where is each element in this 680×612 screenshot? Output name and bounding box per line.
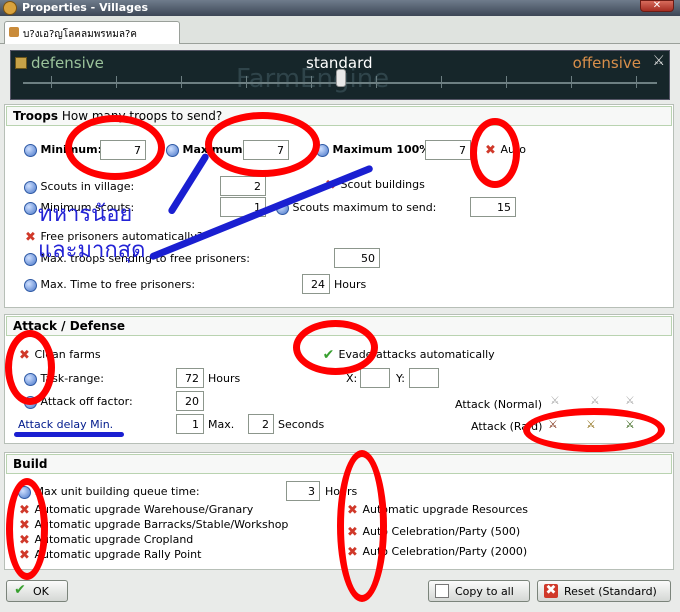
maximum-100-label: Maximum 100%: (332, 143, 435, 156)
scout-buildings-label: Scout buildings (340, 178, 425, 191)
troops-title: Troops (13, 109, 59, 123)
copy-to-all-button[interactable]: Copy to all (428, 580, 530, 602)
help-icon[interactable] (24, 180, 37, 194)
shield-icon (15, 57, 27, 69)
queue-input[interactable]: 3 (286, 481, 320, 501)
village-icon (9, 27, 19, 37)
normal-unit-icon[interactable]: ⚔ (550, 394, 560, 407)
y-label: Y: (396, 372, 405, 385)
resources-label: Automatic upgrade Resources (362, 503, 529, 516)
scouts-in-village-label: Scouts in village: (40, 180, 135, 193)
strategy-slider[interactable]: defensive standard offensive ⚔ FarmEngin… (10, 50, 670, 100)
window-titlebar: Properties - Villages ✕ (0, 0, 680, 16)
slider-tick (181, 76, 182, 88)
reset-icon: ✖ (544, 583, 558, 598)
attack-off-input[interactable]: 20 (176, 391, 204, 411)
rally-label: Automatic upgrade Rally Point (34, 548, 202, 561)
annotation-text: ทหารน้อย (38, 202, 133, 227)
task-range-hours-label: Hours (208, 372, 241, 385)
attack-normal-label: Attack (Normal) (455, 398, 542, 411)
maximum-100-input[interactable]: 7 (425, 140, 471, 160)
max-troops-free-input[interactable]: 50 (334, 248, 380, 268)
annotation-circle (293, 320, 378, 375)
reset-button[interactable]: ✖ Reset (Standard) (537, 580, 671, 602)
slider-thumb[interactable] (336, 69, 346, 87)
annotation-circle (470, 118, 520, 188)
slider-tick (116, 76, 117, 88)
check-icon: ✔ (14, 582, 26, 598)
watermark: FarmEngine (236, 64, 390, 94)
max-time-hours-label: Hours (334, 278, 367, 291)
barracks-label: Automatic upgrade Barracks/Stable/Worksh… (34, 518, 289, 531)
normal-unit-icon[interactable]: ⚔ (590, 394, 600, 407)
y-input[interactable] (409, 368, 439, 388)
queue-label: Max unit building queue time: (34, 485, 200, 498)
help-icon[interactable] (24, 143, 37, 157)
normal-unit-icon[interactable]: ⚔ (625, 394, 635, 407)
scouts-max-send-input[interactable]: 15 (470, 197, 516, 217)
slider-tick (571, 76, 572, 88)
x-input[interactable] (360, 368, 390, 388)
build-title: Build (13, 457, 48, 471)
annotation-circle (65, 115, 165, 180)
slider-tick (376, 76, 377, 88)
help-icon[interactable] (166, 143, 179, 157)
task-range-input[interactable]: 72 (176, 368, 204, 388)
tab-village[interactable]: บ?งเอ?ญโลคลมพรหมล?ค (4, 21, 180, 44)
max-time-free-label: Max. Time to free prisoners: (40, 278, 196, 291)
ok-button[interactable]: ✔ OK (6, 580, 68, 602)
slider-tick (636, 76, 637, 88)
free-prisoners-checkbox[interactable]: ✖ (24, 231, 37, 244)
slider-tick (441, 76, 442, 88)
seconds-label: Seconds (278, 418, 325, 431)
window-title: Properties - Villages (22, 1, 149, 14)
scouts-in-village-input[interactable]: 2 (220, 176, 266, 196)
app-gear-icon (3, 1, 17, 15)
help-icon[interactable] (24, 252, 37, 266)
cropland-label: Automatic upgrade Cropland (34, 533, 194, 546)
annotation-circle (5, 330, 55, 405)
strategy-offensive-label: offensive (572, 54, 641, 72)
party2000-label: Auto Celebration/Party (2000) (362, 545, 528, 558)
strategy-defensive-label: defensive (31, 54, 104, 72)
help-icon[interactable] (24, 201, 37, 215)
max-time-free-input[interactable]: 24 (302, 274, 330, 294)
copy-label: Copy to all (455, 585, 514, 598)
slider-tick (246, 76, 247, 88)
reset-label: Reset (Standard) (564, 585, 657, 598)
delay-max-input[interactable]: 2 (248, 414, 274, 434)
help-icon[interactable] (24, 278, 37, 292)
close-icon[interactable]: ✕ (640, 0, 674, 12)
annotation-circle (205, 112, 320, 177)
annotation-underline (14, 432, 124, 437)
warehouse-label: Automatic upgrade Warehouse/Granary (34, 503, 254, 516)
delay-label: Attack delay Min. (18, 418, 114, 431)
delay-max-label: Max. (208, 418, 235, 431)
annotation-circle (337, 450, 387, 602)
scouts-max-send-label: Scouts maximum to send: (292, 201, 437, 214)
slider-tick (311, 76, 312, 88)
build-header: Build (6, 454, 672, 474)
copy-icon (435, 584, 449, 598)
slider-tick (506, 76, 507, 88)
annotation-circle (6, 478, 48, 580)
slider-tick (51, 76, 52, 88)
delay-min-input[interactable]: 1 (176, 414, 204, 434)
ok-label: OK (33, 585, 49, 598)
swords-icon: ⚔ (652, 53, 665, 69)
annotation-text: และมากสุด (38, 238, 146, 263)
x-label: X: (346, 372, 358, 385)
annotation-circle (523, 408, 665, 452)
tab-label: บ?งเอ?ญโลคลมพรหมล?ค (23, 29, 137, 40)
attack-off-label: Attack off factor: (40, 395, 133, 408)
